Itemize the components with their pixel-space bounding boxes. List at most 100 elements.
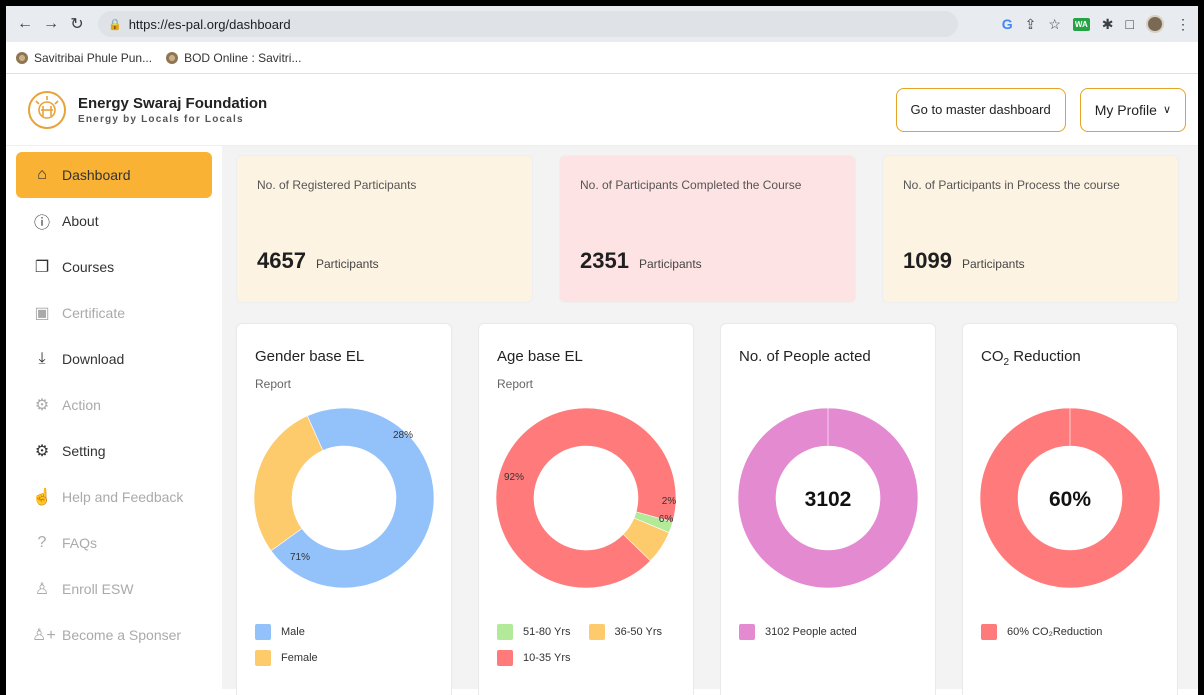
legend-item[interactable]: 36-50 Yrs: [588, 624, 663, 640]
share-icon[interactable]: ⇪: [1025, 16, 1037, 33]
thumbs-up-icon: ☝: [32, 489, 52, 506]
sidebar-item-dashboard[interactable]: ⌂ Dashboard: [16, 152, 212, 198]
bookmarks-bar: Savitribai Phule Pun... BOD Online : Sav…: [6, 42, 1198, 74]
chart-card-co2: CO2 Reduction 60% 60% CO₂Reduction: [962, 323, 1178, 695]
legend-item[interactable]: Male: [255, 624, 443, 640]
donut-center-value: 3102: [805, 488, 852, 511]
extensions-icon[interactable]: ✱: [1102, 16, 1114, 33]
back-icon[interactable]: ←: [14, 13, 36, 35]
stat-label: No. of Participants in Process the cours…: [903, 178, 1120, 192]
stats-row: No. of Registered Participants 4657 Parti…: [236, 155, 1184, 303]
question-icon: ?: [37, 534, 47, 551]
stat-label: No. of Participants Completed the Course: [580, 178, 802, 192]
chevron-down-icon: ∨: [1162, 104, 1171, 116]
chart-title-part: CO: [981, 348, 1004, 365]
menu-kebab-icon[interactable]: ⋮: [1176, 16, 1190, 33]
brand-tagline: Energy by Locals for Locals: [78, 113, 244, 125]
donut-value-label: 2%: [662, 496, 677, 507]
gear-icon: ⚙: [34, 443, 50, 460]
charts-row: Gender base EL Report 71% 28% Male Female …: [236, 323, 1184, 695]
url-text: https://es-pal.org/dashboard: [128, 16, 291, 32]
sidebar-item-label: Courses: [62, 259, 115, 275]
chart-subtitle: [739, 377, 917, 391]
legend-swatch: [497, 624, 513, 640]
home-icon: ⌂: [37, 166, 47, 183]
sidebar-item-become-sponser[interactable]: ♙+ Become a Sponser: [16, 612, 212, 658]
chart-subtitle: [981, 380, 1159, 394]
chart-subtitle: Report: [497, 377, 534, 391]
sidebar: ⌂ Dashboard ⓘ About ❐ Courses ▣ Certificate …: [6, 146, 222, 689]
legend-item[interactable]: 60% CO₂Reduction: [981, 624, 1102, 640]
profile-label: My Profile: [1094, 101, 1157, 118]
user-icon: ♙: [34, 581, 50, 598]
sidebar-item-download[interactable]: ⤓ Download: [16, 336, 212, 382]
legend-swatch: [739, 624, 755, 640]
sidebar-item-faqs[interactable]: ? FAQs: [16, 520, 212, 566]
co2-donut-chart: 60%: [979, 407, 1161, 589]
foundation-logo: [28, 90, 66, 129]
legend-label: Female: [281, 652, 318, 664]
bookmark-label: BOD Online : Savitri...: [184, 50, 302, 65]
whatsapp-extension-icon[interactable]: WA: [1072, 17, 1090, 31]
gender-donut-chart: 71% 28%: [253, 407, 435, 589]
sidebar-item-label: FAQs: [62, 535, 98, 551]
google-icon[interactable]: G: [1002, 16, 1013, 32]
star-icon[interactable]: ☆: [1048, 16, 1061, 33]
legend-item[interactable]: 10-35 Yrs: [497, 650, 571, 666]
sidebar-item-label: Become a Sponser: [62, 627, 182, 643]
donut-value-label: 6%: [659, 514, 674, 525]
action-gear-icon: ⚙: [34, 397, 50, 414]
sidebar-item-courses[interactable]: ❐ Courses: [16, 244, 212, 290]
sidebar-item-enroll-esw[interactable]: ♙ Enroll ESW: [16, 566, 212, 612]
forward-icon[interactable]: →: [40, 13, 62, 35]
people-acted-donut-chart: 3102: [737, 407, 919, 589]
info-icon: ⓘ: [33, 215, 50, 232]
chart-title: No. of People acted: [739, 348, 871, 365]
legend-label: Male: [281, 626, 305, 638]
reload-icon[interactable]: ↻: [66, 13, 88, 35]
profile-avatar[interactable]: [1146, 15, 1164, 33]
chart-card-gender: Gender base EL Report 71% 28% Male Female: [236, 323, 452, 695]
legend-swatch: [255, 650, 271, 666]
sidebar-item-label: Setting: [62, 443, 106, 459]
legend-item[interactable]: Female: [255, 650, 443, 666]
stat-card-completed: No. of Participants Completed the Course…: [559, 155, 856, 303]
sidebar-item-label: Enroll ESW: [62, 581, 134, 597]
bookmark-favicon-icon: [16, 51, 28, 64]
bookmark-item[interactable]: BOD Online : Savitri...: [166, 51, 301, 65]
chart-title: Age base EL: [497, 348, 583, 365]
my-profile-button[interactable]: My Profile ∨: [1079, 87, 1186, 132]
legend-label: 36-50 Yrs: [614, 626, 663, 638]
sidebar-item-help-feedback[interactable]: ☝ Help and Feedback: [16, 474, 212, 520]
bookmark-favicon-icon: [166, 51, 179, 64]
master-dashboard-button[interactable]: Go to master dashboard: [895, 87, 1066, 132]
legend-item[interactable]: 3102 People acted: [739, 624, 857, 640]
brand-name: Energy Swaraj Foundation: [78, 94, 268, 112]
sun-logo-icon: [35, 95, 59, 119]
lock-icon: 🔒: [108, 18, 122, 31]
sidebar-item-label: Help and Feedback: [62, 489, 184, 505]
sidebar-item-certificate[interactable]: ▣ Certificate: [16, 290, 212, 336]
stat-value: 2351: [580, 248, 629, 273]
sidebar-item-action[interactable]: ⚙ Action: [16, 382, 212, 428]
legend-label: 10-35 Yrs: [523, 652, 571, 664]
stat-unit: Participants: [638, 257, 702, 271]
sidepanel-icon[interactable]: □: [1126, 16, 1134, 32]
chart-card-age: Age base EL Report 92% 2% 6% 51-80 Yrs 36-5…: [478, 323, 694, 695]
browser-window: ← → ↻ 🔒 https://es-pal.org/dashboard G ⇪…: [6, 6, 1198, 695]
address-bar[interactable]: 🔒 https://es-pal.org/dashboard: [98, 11, 958, 37]
sidebar-item-setting[interactable]: ⚙ Setting: [16, 428, 212, 474]
sidebar-item-label: Certificate: [62, 305, 126, 321]
sidebar-item-label: Action: [62, 397, 101, 413]
stat-unit: Participants: [961, 257, 1025, 271]
bookmark-item[interactable]: Savitribai Phule Pun...: [16, 51, 152, 65]
add-user-icon: ♙+: [32, 627, 56, 644]
certificate-icon: ▣: [34, 305, 50, 322]
legend-label: 60% CO₂Reduction: [1007, 626, 1103, 638]
sidebar-item-about[interactable]: ⓘ About: [16, 198, 212, 244]
legend-swatch: [588, 624, 605, 640]
stat-unit: Participants: [315, 257, 379, 271]
donut-center-value: 60%: [1049, 488, 1091, 511]
legend-item[interactable]: 51-80 Yrs: [497, 624, 571, 640]
app-header: Energy Swaraj Foundation Energy by Local…: [6, 74, 1198, 146]
